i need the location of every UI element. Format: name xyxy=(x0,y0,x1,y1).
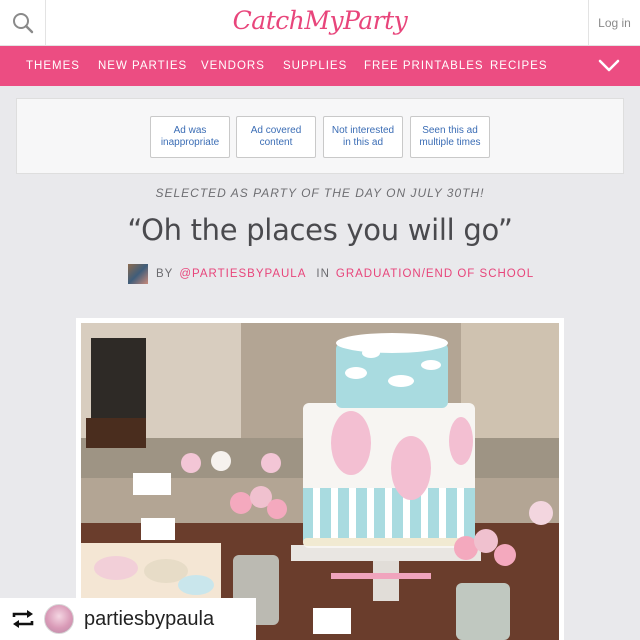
main-nav: THEMES NEW PARTIES VENDORS SUPPLIES FREE… xyxy=(0,46,640,86)
byline: BY @PARTIESBYPAULA IN GRADUATION/END OF … xyxy=(128,264,534,284)
nav-item-supplies[interactable]: SUPPLIES xyxy=(283,46,347,86)
party-of-day-note: SELECTED AS PARTY OF THE DAY ON JULY 30T… xyxy=(155,186,485,200)
login-link[interactable]: Log in xyxy=(588,0,640,46)
repost-badge: partiesbypaula xyxy=(0,598,256,640)
repost-icon xyxy=(12,610,34,628)
cake-photo-illustration xyxy=(81,323,559,640)
ad-feedback-not-interested-button[interactable]: Not interested in this ad xyxy=(323,116,403,158)
author-link[interactable]: @PARTIESBYPAULA xyxy=(179,268,306,280)
page-title: “Oh the places you will go” xyxy=(127,213,513,247)
search-icon xyxy=(12,13,33,34)
nav-item-new-parties[interactable]: NEW PARTIES xyxy=(98,46,187,86)
ad-feedback-panel: Ad was inappropriate Ad covered content … xyxy=(16,98,624,174)
nav-item-free-printables[interactable]: FREE PRINTABLES xyxy=(364,46,484,86)
nav-item-themes[interactable]: THEMES xyxy=(26,46,80,86)
ad-feedback-covered-content-button[interactable]: Ad covered content xyxy=(236,116,316,158)
nav-item-vendors[interactable]: VENDORS xyxy=(201,46,265,86)
repost-username[interactable]: partiesbypaula xyxy=(84,608,214,631)
category-link[interactable]: GRADUATION/END OF SCHOOL xyxy=(336,268,534,280)
author-avatar[interactable] xyxy=(128,264,148,284)
ad-feedback-seen-multiple-button[interactable]: Seen this ad multiple times xyxy=(410,116,490,158)
by-label: BY xyxy=(156,268,174,280)
avatar[interactable] xyxy=(44,604,74,634)
party-photo[interactable] xyxy=(81,323,559,640)
search-button[interactable] xyxy=(0,0,46,46)
in-label: IN xyxy=(316,268,330,280)
top-bar: CatchMyParty Log in xyxy=(0,0,640,46)
nav-item-recipes[interactable]: RECIPES xyxy=(490,46,548,86)
ad-feedback-inappropriate-button[interactable]: Ad was inappropriate xyxy=(150,116,230,158)
chevron-down-icon[interactable] xyxy=(598,58,620,74)
site-logo[interactable]: CatchMyParty xyxy=(190,6,450,40)
party-photo-frame xyxy=(76,318,564,640)
